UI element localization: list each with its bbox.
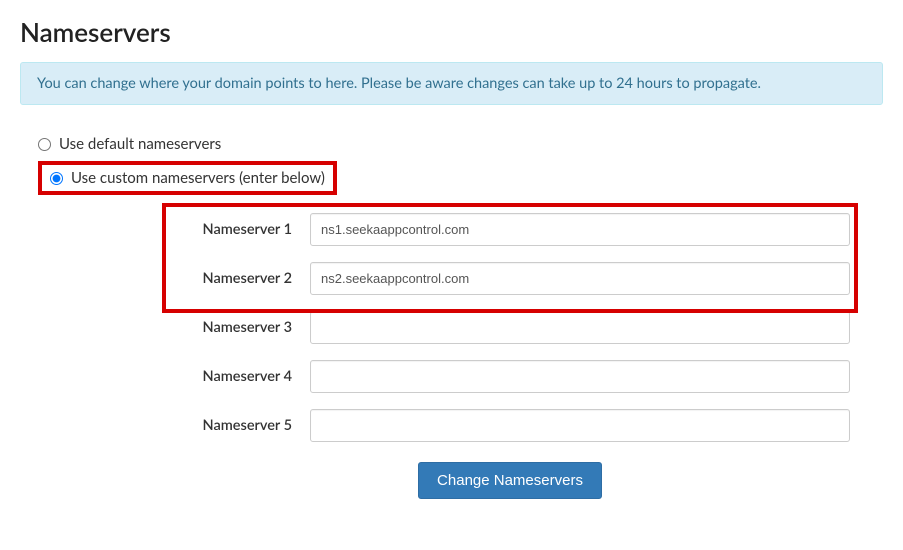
radio-custom-input[interactable] [50,172,63,185]
nameserver-row-5: Nameserver 5 [170,409,850,442]
radio-default-nameservers[interactable]: Use default nameservers [38,135,883,153]
nameserver-4-input[interactable] [310,360,850,393]
nameserver-row-1: Nameserver 1 [170,213,850,246]
nameserver-2-input[interactable] [310,262,850,295]
nameserver-row-4: Nameserver 4 [170,360,850,393]
nameserver-3-input[interactable] [310,311,850,344]
nameserver-row-2: Nameserver 2 [170,262,850,295]
submit-row: Change Nameservers [170,462,850,499]
nameserver-mode-radio-group: Use default nameservers Use custom names… [38,135,883,213]
radio-custom-label: Use custom nameservers (enter below) [71,169,325,187]
nameserver-row-3: Nameserver 3 [170,311,850,344]
radio-custom-nameservers[interactable]: Use custom nameservers (enter below) [50,169,325,187]
nameserver-5-input[interactable] [310,409,850,442]
radio-default-input[interactable] [38,138,51,151]
nameserver-3-label: Nameserver 3 [170,319,310,336]
change-nameservers-button[interactable]: Change Nameservers [418,462,602,499]
nameserver-4-label: Nameserver 4 [170,368,310,385]
highlight-custom-option: Use custom nameservers (enter below) [38,161,337,195]
nameserver-5-label: Nameserver 5 [170,417,310,434]
page-title: Nameservers [20,16,883,48]
nameserver-1-input[interactable] [310,213,850,246]
info-alert: You can change where your domain points … [20,62,883,105]
nameserver-1-label: Nameserver 1 [170,221,310,238]
nameserver-form: Nameserver 1 Nameserver 2 Nameserver 3 N… [170,213,850,499]
radio-default-label: Use default nameservers [59,135,221,153]
nameserver-2-label: Nameserver 2 [170,270,310,287]
